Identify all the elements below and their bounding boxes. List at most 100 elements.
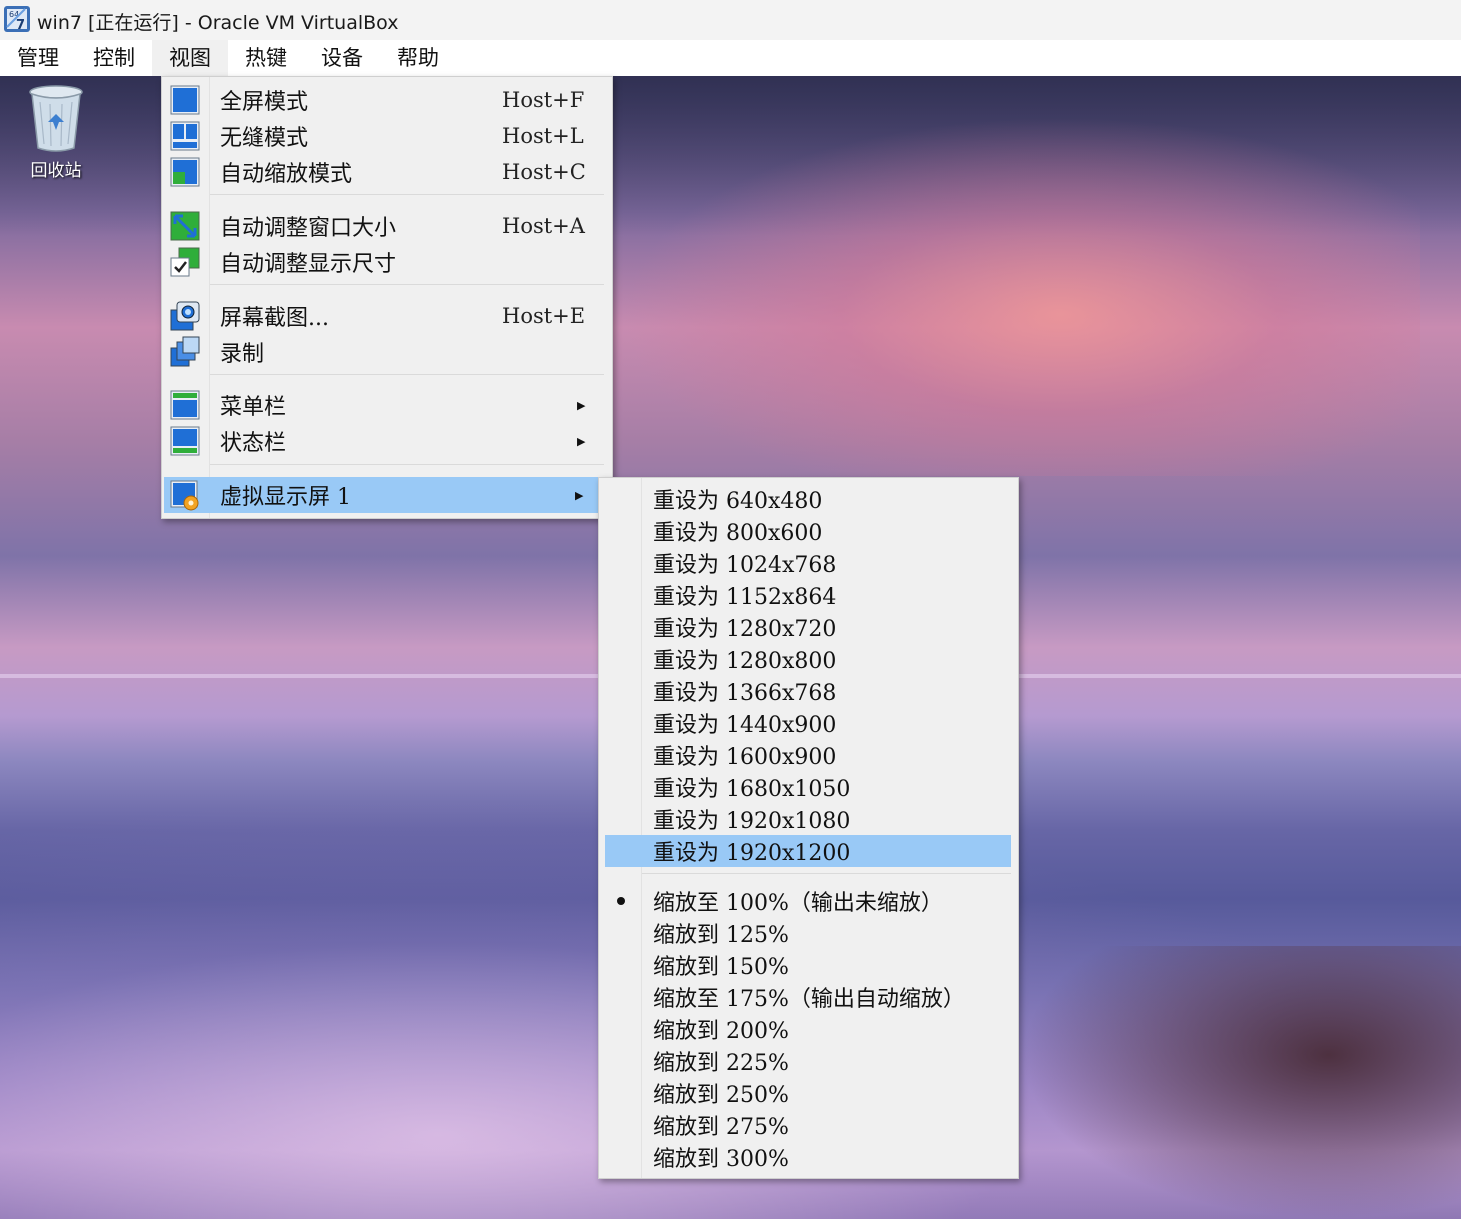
menu-item-shortcut: Host+A [502, 214, 585, 238]
recycle-bin-icon [29, 85, 83, 152]
submenu-arrow-icon: ▶ [577, 398, 586, 412]
menu-item-label: 自动调整窗口大小 [220, 216, 397, 241]
submenu-arrow-icon: ▶ [577, 434, 586, 448]
menu-item-statusbar[interactable]: 状态栏 ▶ [164, 423, 610, 459]
menu-item-label: 录制 [220, 342, 265, 367]
menu-item-fullscreen[interactable]: 全屏模式 Host+F [164, 82, 610, 118]
menu-item-menubar[interactable]: 菜单栏 ▶ [164, 387, 610, 423]
menu-item-resize-1152x864[interactable]: 重设为 1152x864 [605, 579, 1011, 611]
menu-item-label: 重设为 1024x768 [653, 553, 837, 578]
menu-separator [210, 464, 604, 465]
menu-item-auto-resize-guest[interactable]: 自动调整显示尺寸 [164, 244, 610, 280]
menu-item-scale-125[interactable]: 缩放到 125% [605, 917, 1011, 949]
menu-item-resize-1920x1080[interactable]: 重设为 1920x1080 [605, 803, 1011, 835]
menu-view[interactable]: 视图 [152, 40, 228, 76]
virtual-screen-icon [170, 480, 199, 511]
window-title: win7 [正在运行] - Oracle VM VirtualBox [37, 12, 399, 34]
menu-item-label: 无缝模式 [220, 126, 309, 151]
menu-help[interactable]: 帮助 [380, 40, 456, 76]
menu-item-resize-1920x1200[interactable]: 重设为 1920x1200 [605, 835, 1011, 867]
menu-devices[interactable]: 设备 [304, 40, 380, 76]
screenshot-icon [170, 301, 200, 331]
menu-item-label: 缩放到 250% [653, 1083, 789, 1108]
menu-item-resize-1600x900[interactable]: 重设为 1600x900 [605, 739, 1011, 771]
menu-item-resize-1680x1050[interactable]: 重设为 1680x1050 [605, 771, 1011, 803]
menu-item-resize-1366x768[interactable]: 重设为 1366x768 [605, 675, 1011, 707]
menu-manage[interactable]: 管理 [0, 40, 76, 76]
menu-item-scale-300[interactable]: 缩放到 300% [605, 1141, 1011, 1173]
menu-item-seamless[interactable]: 无缝模式 Host+L [164, 118, 610, 154]
menu-item-scale-100[interactable]: 缩放至 100%（输出未缩放） [605, 885, 1011, 917]
menu-item-label: 重设为 1920x1200 [653, 841, 851, 866]
menu-item-resize-1280x800[interactable]: 重设为 1280x800 [605, 643, 1011, 675]
fullscreen-icon [170, 85, 200, 115]
menu-item-label: 缩放至 100%（输出未缩放） [653, 891, 943, 916]
menu-item-scale-250[interactable]: 缩放到 250% [605, 1077, 1011, 1109]
menu-item-virtual-screen[interactable]: 虚拟显示屏 1 ▶ [164, 477, 598, 513]
menu-item-label: 缩放到 300% [653, 1147, 789, 1172]
menu-item-resize-1024x768[interactable]: 重设为 1024x768 [605, 547, 1011, 579]
menu-item-label: 屏幕截图... [220, 306, 329, 331]
menu-item-label: 重设为 1680x1050 [653, 777, 851, 802]
menu-item-resize-640x480[interactable]: 重设为 640x480 [605, 483, 1011, 515]
recycle-bin[interactable]: 回收站 [18, 82, 94, 181]
auto-resize-guest-icon [170, 247, 200, 277]
menu-item-label: 重设为 1280x720 [653, 617, 837, 642]
menu-separator [210, 374, 604, 375]
desktop-wallpaper-sky [620, 116, 1420, 476]
menu-item-scale-225[interactable]: 缩放到 225% [605, 1045, 1011, 1077]
menu-item-label: 重设为 1366x768 [653, 681, 837, 706]
menu-item-label: 状态栏 [220, 431, 287, 456]
menu-item-label: 缩放到 150% [653, 955, 789, 980]
adjust-window-icon [170, 211, 200, 241]
menu-item-label: 缩放到 125% [653, 923, 789, 948]
menu-item-shortcut: Host+F [502, 88, 585, 112]
menu-item-scale-150[interactable]: 缩放到 150% [605, 949, 1011, 981]
menu-item-label: 自动调整显示尺寸 [220, 252, 397, 277]
menu-item-label: 缩放到 225% [653, 1051, 789, 1076]
menu-item-recording[interactable]: 录制 [164, 334, 610, 370]
svg-text:7: 7 [16, 18, 25, 33]
scale-mode-icon [170, 157, 200, 187]
menu-item-shortcut: Host+C [502, 160, 586, 184]
menu-item-shortcut: Host+E [502, 304, 586, 328]
menu-item-screenshot[interactable]: 屏幕截图... Host+E [164, 298, 610, 334]
menu-item-label: 缩放到 275% [653, 1115, 789, 1140]
menu-item-resize-1440x900[interactable]: 重设为 1440x900 [605, 707, 1011, 739]
checked-bullet-icon [617, 897, 625, 905]
menu-item-scale-mode[interactable]: 自动缩放模式 Host+C [164, 154, 610, 190]
menubar-icon [170, 390, 200, 420]
virtual-screen-submenu: 重设为 640x480 重设为 800x600 重设为 1024x768 重设为… [598, 477, 1019, 1179]
view-menu: 全屏模式 Host+F 无缝模式 Host+L 自动缩放模式 Host+C 自动… [161, 76, 613, 519]
menu-item-resize-800x600[interactable]: 重设为 800x600 [605, 515, 1011, 547]
menu-item-shortcut: Host+L [502, 124, 584, 148]
statusbar-icon [170, 426, 200, 456]
menu-item-resize-1280x720[interactable]: 重设为 1280x720 [605, 611, 1011, 643]
menu-item-label: 重设为 1440x900 [653, 713, 837, 738]
menu-item-label: 重设为 800x600 [653, 521, 823, 546]
menu-item-label: 全屏模式 [220, 90, 309, 115]
menu-item-label: 重设为 1600x900 [653, 745, 837, 770]
recycle-bin-label: 回收站 [30, 161, 82, 181]
menu-item-label: 重设为 640x480 [653, 489, 823, 514]
menu-item-adjust-window[interactable]: 自动调整窗口大小 Host+A [164, 208, 610, 244]
recording-icon [170, 336, 200, 367]
menu-item-label: 缩放至 175%（输出自动缩放） [653, 987, 965, 1012]
menu-separator [642, 873, 1011, 874]
seamless-icon [170, 121, 200, 151]
menu-item-label: 重设为 1152x864 [653, 585, 837, 610]
submenu-arrow-icon: ▶ [575, 488, 584, 502]
menu-item-scale-200[interactable]: 缩放到 200% [605, 1013, 1011, 1045]
menu-item-label: 菜单栏 [220, 395, 287, 420]
menu-item-scale-175[interactable]: 缩放至 175%（输出自动缩放） [605, 981, 1011, 1013]
menu-bar: 管理 控制 视图 热键 设备 帮助 [0, 40, 1461, 76]
menu-item-scale-275[interactable]: 缩放到 275% [605, 1109, 1011, 1141]
menu-item-label: 缩放到 200% [653, 1019, 789, 1044]
title-bar: 64 7 win7 [正在运行] - Oracle VM VirtualBox [0, 0, 1461, 40]
menu-hotkeys[interactable]: 热键 [228, 40, 304, 76]
desktop-wallpaper-rocks [1020, 946, 1461, 1219]
menu-control[interactable]: 控制 [76, 40, 152, 76]
menu-item-label: 自动缩放模式 [220, 162, 353, 187]
menu-item-label: 虚拟显示屏 1 [220, 485, 351, 510]
menu-item-label: 重设为 1920x1080 [653, 809, 851, 834]
